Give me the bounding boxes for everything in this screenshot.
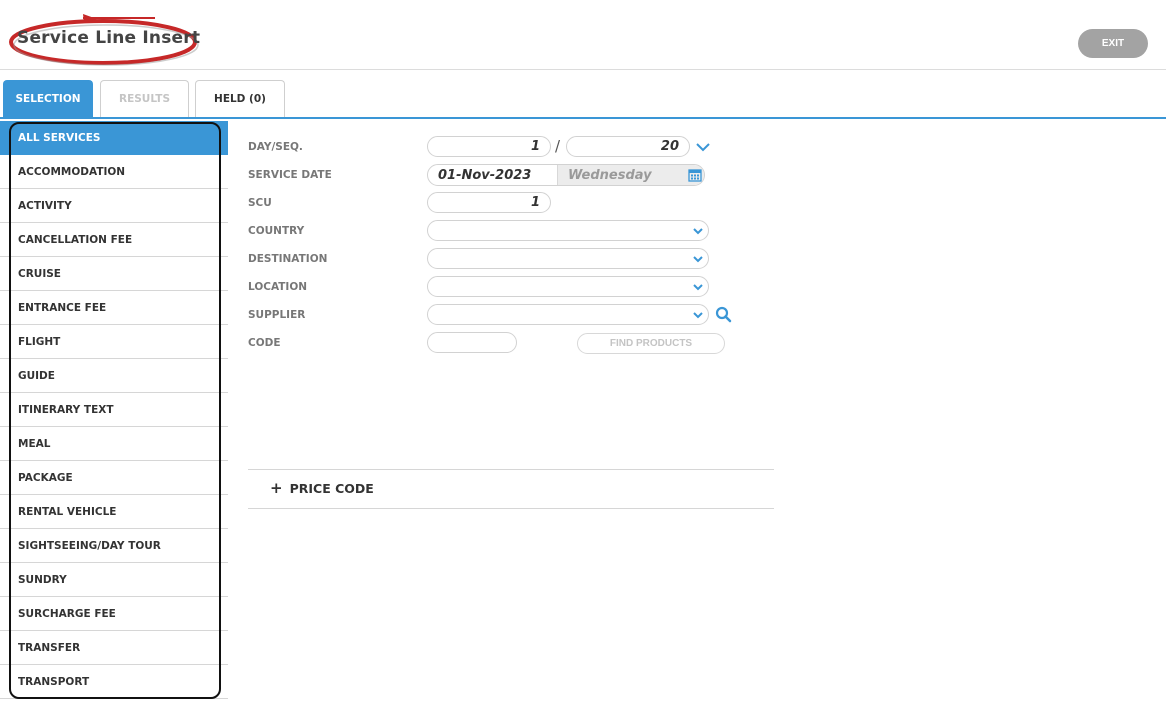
country-label: COUNTRY [248, 225, 305, 237]
page-title: Service Line Insert [17, 28, 201, 48]
price-code-toggle[interactable]: + PRICE CODE [270, 479, 374, 497]
sidebar-item-rental-vehicle[interactable]: RENTAL VEHICLE [0, 495, 228, 529]
sidebar-item-meal[interactable]: MEAL [0, 427, 228, 461]
sidebar-item-cancellation-fee[interactable]: CANCELLATION FEE [0, 223, 228, 257]
destination-label: DESTINATION [248, 253, 328, 265]
sidebar-item-transport[interactable]: TRANSPORT [0, 665, 228, 699]
day-seq-label: DAY/SEQ. [248, 141, 303, 153]
chevron-down-icon [693, 227, 703, 234]
sidebar-item-transfer[interactable]: TRANSFER [0, 631, 228, 665]
sidebar-item-sightseeing-day-tour[interactable]: SIGHTSEEING/DAY TOUR [0, 529, 228, 563]
tab-held[interactable]: HELD (0) [195, 80, 285, 117]
price-code-section: + PRICE CODE [248, 469, 774, 509]
sidebar-item-sundry[interactable]: SUNDRY [0, 563, 228, 597]
tab-results[interactable]: RESULTS [100, 80, 189, 117]
day-input[interactable]: 1 [427, 136, 551, 157]
service-date-input[interactable]: 01-Nov-2023 [428, 165, 558, 185]
tab-selection[interactable]: SELECTION [3, 80, 93, 117]
sidebar-item-accommodation[interactable]: ACCOMMODATION [0, 155, 228, 189]
plus-icon: + [270, 479, 283, 497]
seq-input[interactable]: 20 [566, 136, 690, 157]
sidebar-item-itinerary-text[interactable]: ITINERARY TEXT [0, 393, 228, 427]
scu-input[interactable]: 1 [427, 192, 551, 213]
exit-button[interactable]: EXIT [1078, 29, 1148, 58]
search-icon[interactable] [715, 306, 732, 323]
sidebar-item-entrance-fee[interactable]: ENTRANCE FEE [0, 291, 228, 325]
price-code-label: PRICE CODE [289, 481, 374, 496]
title-annotation: Service Line Insert [5, 12, 201, 68]
tab-bar: SELECTION RESULTS HELD (0) [0, 80, 1166, 119]
chevron-down-icon [693, 283, 703, 290]
day-seq-separator: / [555, 137, 561, 155]
service-type-list: ALL SERVICES ACCOMMODATION ACTIVITY CANC… [0, 121, 228, 699]
supplier-label: SUPPLIER [248, 309, 306, 321]
sidebar-item-surcharge-fee[interactable]: SURCHARGE FEE [0, 597, 228, 631]
sidebar-item-all-services[interactable]: ALL SERVICES [0, 121, 228, 155]
location-label: LOCATION [248, 281, 308, 293]
scu-label: SCU [248, 197, 272, 209]
country-select[interactable] [427, 220, 709, 241]
chevron-down-icon [693, 311, 703, 318]
sidebar-item-guide[interactable]: GUIDE [0, 359, 228, 393]
supplier-select[interactable] [427, 304, 709, 325]
service-date-label: SERVICE DATE [248, 169, 332, 181]
location-select[interactable] [427, 276, 709, 297]
sidebar-item-flight[interactable]: FLIGHT [0, 325, 228, 359]
destination-select[interactable] [427, 248, 709, 269]
code-input[interactable] [427, 332, 517, 353]
service-date-field[interactable]: 01-Nov-2023 Wednesday [427, 164, 705, 186]
sidebar-item-package[interactable]: PACKAGE [0, 461, 228, 495]
service-weekday: Wednesday [558, 165, 704, 185]
header: Service Line Insert EXIT [0, 0, 1166, 70]
chevron-down-icon [693, 255, 703, 262]
calendar-icon[interactable] [688, 168, 702, 182]
sidebar-item-cruise[interactable]: CRUISE [0, 257, 228, 291]
sidebar-item-activity[interactable]: ACTIVITY [0, 189, 228, 223]
chevron-down-icon[interactable] [695, 141, 711, 153]
code-label: CODE [248, 337, 281, 349]
find-products-button[interactable]: FIND PRODUCTS [577, 333, 725, 354]
